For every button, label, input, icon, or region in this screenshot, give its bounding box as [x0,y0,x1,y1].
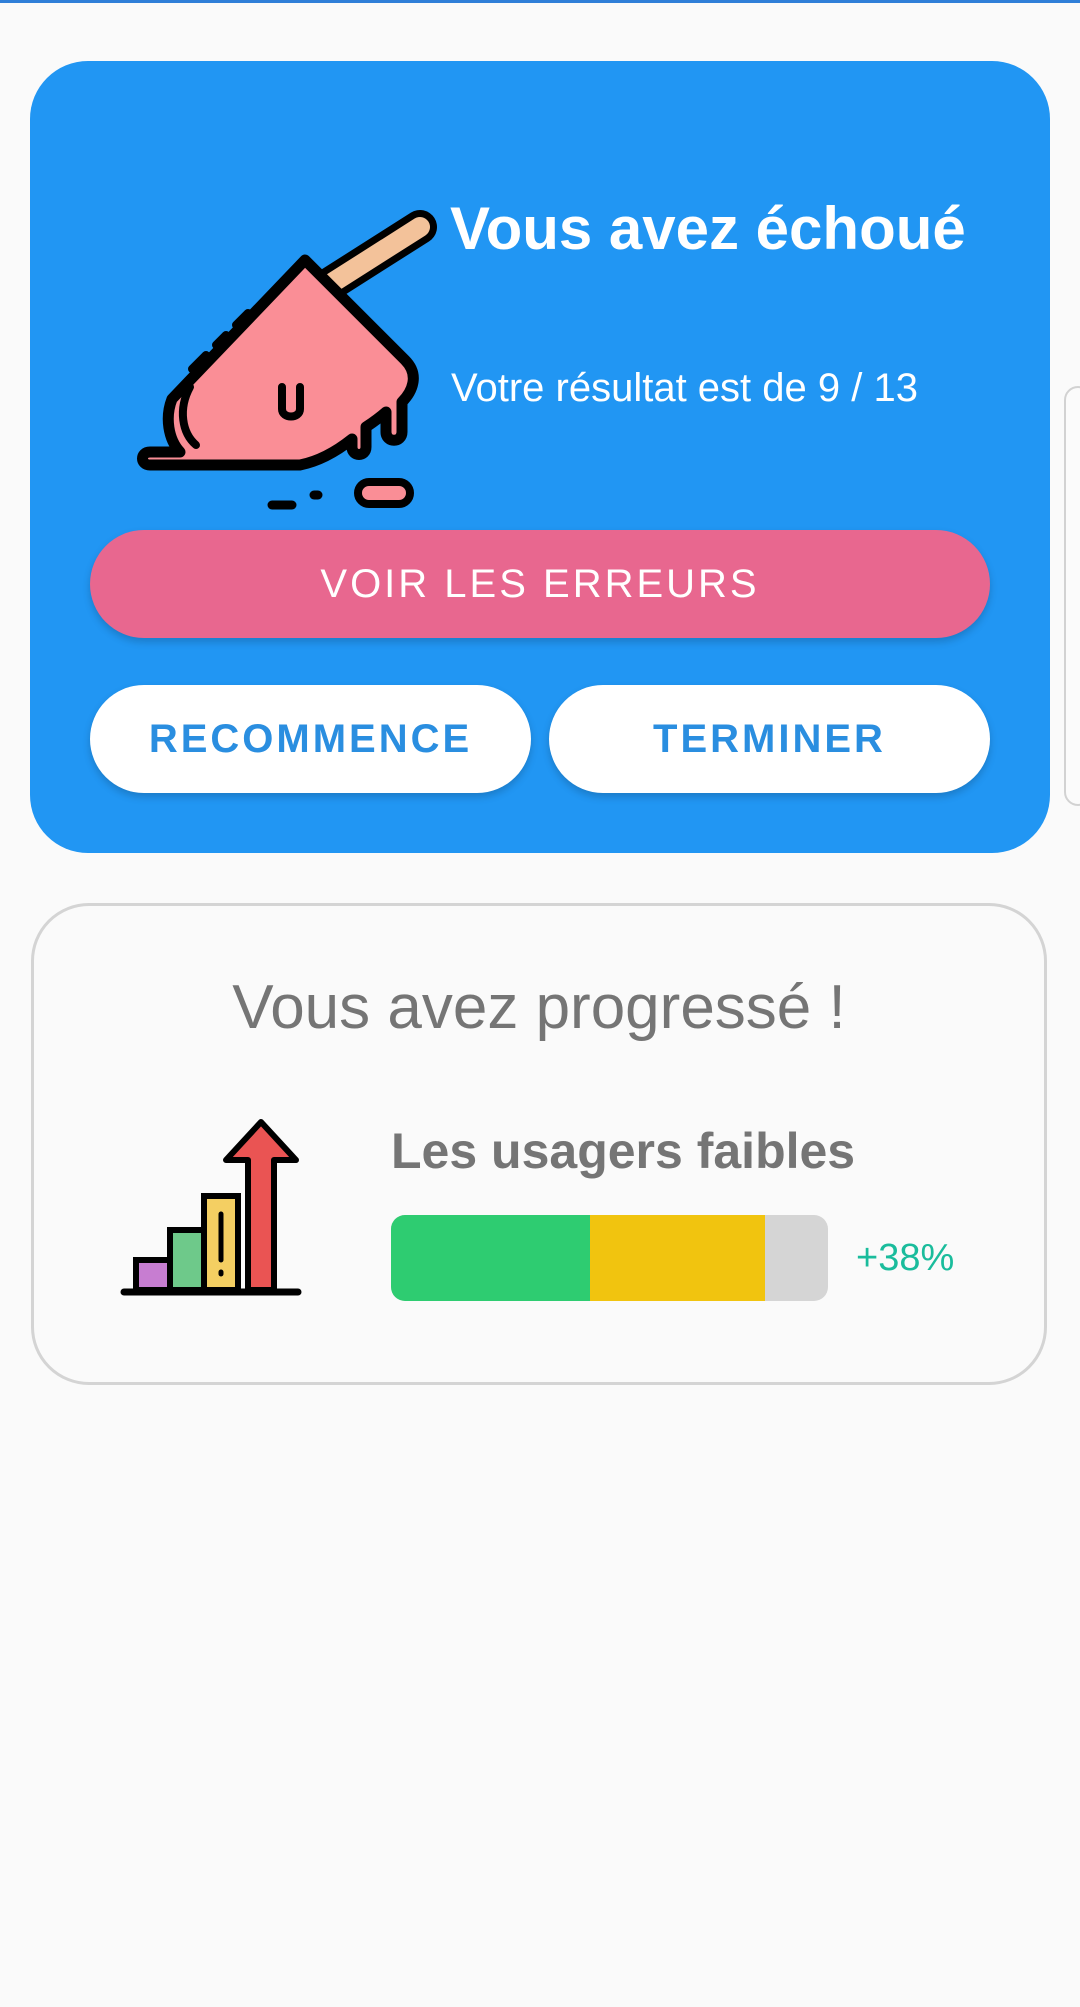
side-panel-handle[interactable] [1064,386,1080,806]
skill-progress-bar [391,1215,828,1301]
view-errors-button[interactable]: VOIR LES ERREURS [90,530,990,638]
progress-title: Vous avez progressé ! [232,973,846,1042]
skill-name: Les usagers faibles [391,1123,856,1179]
status-line [0,0,1080,3]
growth-chart-icon [120,1119,302,1296]
finish-button[interactable]: TERMINER [549,685,990,793]
skill-gain-label: +38% [856,1237,955,1279]
result-score: Votre résultat est de 9 / 13 [451,366,918,410]
restart-button[interactable]: RECOMMENCE [90,685,531,793]
melted-popsicle-icon [137,210,437,510]
progress-card: Vous avez progressé ! Les usagers faible… [31,903,1047,1385]
progress-gain-segment [589,1215,765,1301]
result-title: Vous avez échoué [450,195,966,262]
result-card: Vous avez échoué Votre résultat est de 9… [30,61,1050,853]
progress-previous-segment [391,1215,590,1301]
